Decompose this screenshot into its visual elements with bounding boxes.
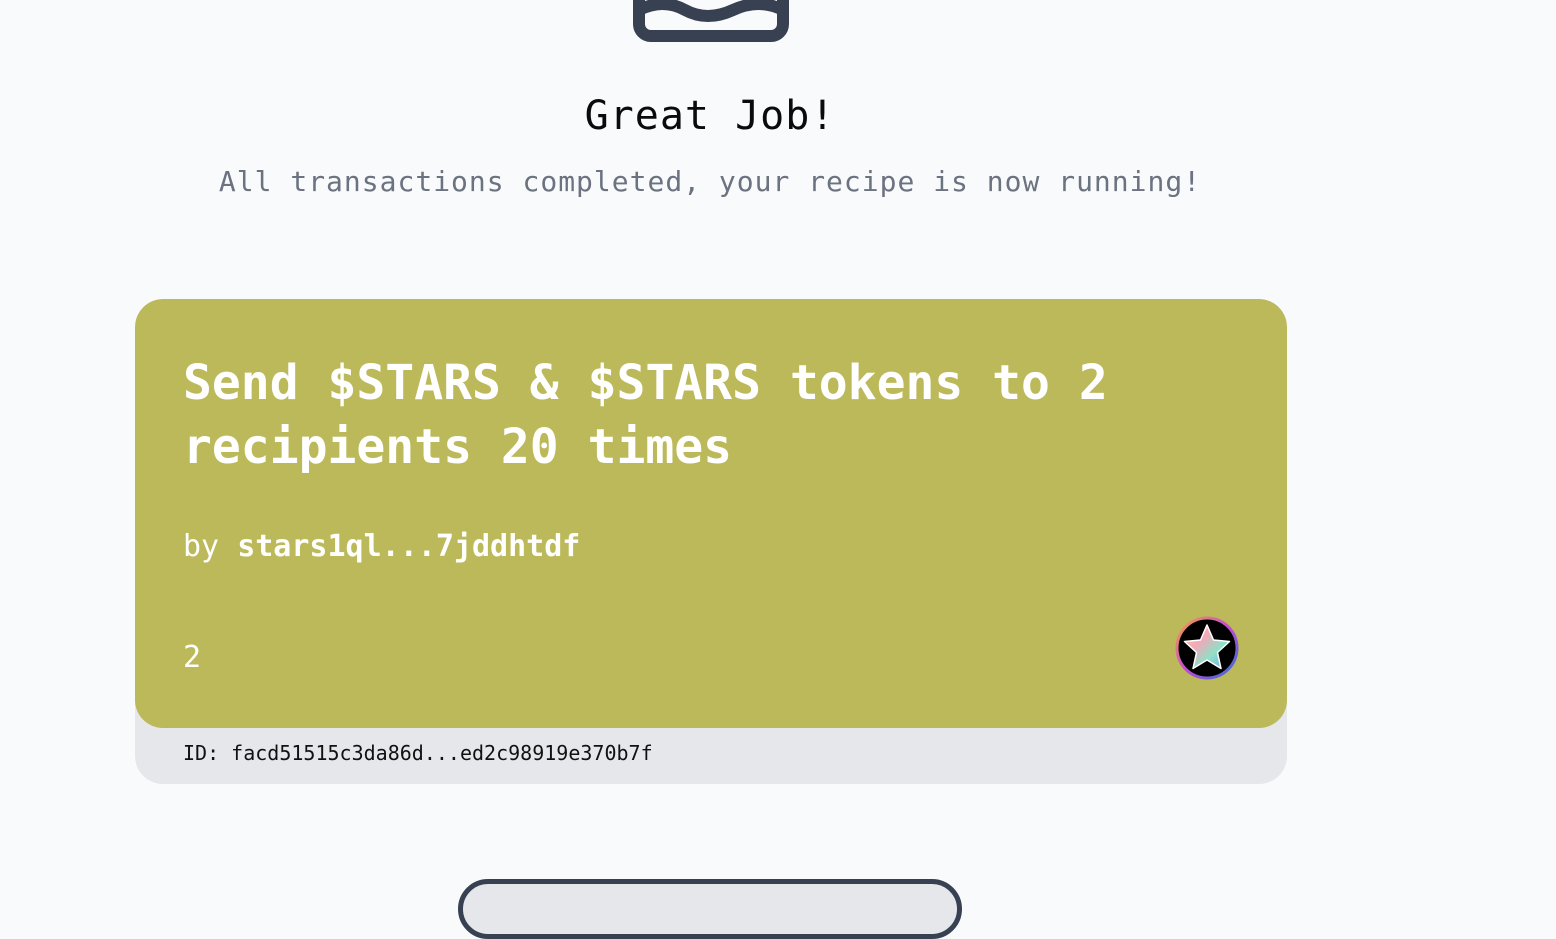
action-button[interactable]	[458, 879, 962, 939]
recipe-title: Send $STARS & $STARS tokens to 2 recipie…	[183, 355, 1108, 475]
recipe-id: ID: facd51515c3da86d...ed2c98919e370b7f	[183, 739, 653, 767]
recipe-id-value: facd51515c3da86d...ed2c98919e370b7f	[231, 741, 653, 765]
success-title: Great Job!	[584, 93, 836, 139]
recipe-card[interactable]: Send $STARS & $STARS tokens to 2 recipie…	[135, 299, 1287, 784]
success-subtitle: All transactions completed, your recipe …	[218, 165, 1202, 198]
recipe-id-label: ID:	[183, 741, 220, 765]
recipe-author-name[interactable]: stars1ql...7jddhtdf	[237, 529, 580, 564]
recipe-author: by stars1ql...7jddhtdf	[183, 528, 580, 566]
recipe-card-body[interactable]: Send $STARS & $STARS tokens to 2 recipie…	[135, 299, 1287, 728]
inbox-tray-icon	[633, 0, 789, 42]
stars-token-icon	[1175, 616, 1239, 680]
recipe-author-prefix: by	[183, 529, 220, 564]
recipe-count: 2	[183, 640, 202, 675]
